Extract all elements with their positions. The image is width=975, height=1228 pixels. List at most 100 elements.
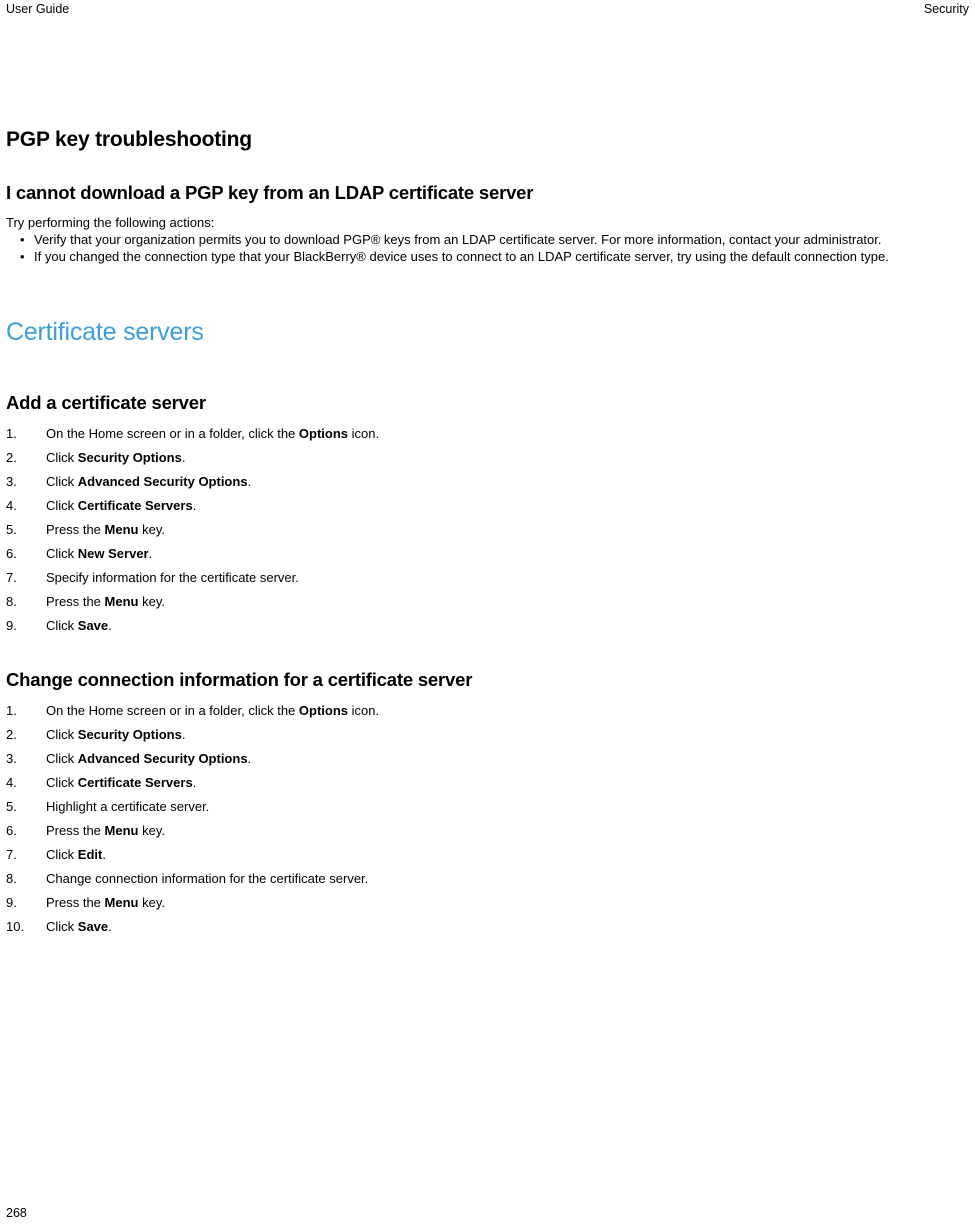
step-text-run: key. [138, 895, 165, 910]
step-number: 1. [6, 426, 17, 441]
step-item: 9. Click Save. [6, 614, 971, 638]
step-text: On the Home screen or in a folder, click… [46, 426, 379, 441]
step-number: 1. [6, 703, 17, 718]
step-text-run: Press the [46, 823, 105, 838]
step-number: 5. [6, 799, 17, 814]
topic-title-add-certificate-server: Add a certificate server [6, 392, 206, 413]
step-text: Specify information for the certificate … [46, 570, 299, 585]
ui-term: Menu [104, 823, 139, 838]
step-text: Press the Menu key. [46, 823, 165, 838]
header-right-label: Security [923, 2, 969, 16]
ui-term: Security Options [77, 727, 182, 742]
step-text: Click New Server. [46, 546, 152, 561]
step-text-run: . [108, 919, 112, 934]
step-text-run: Change connection information for the ce… [46, 871, 369, 886]
step-number: 3. [6, 751, 17, 766]
step-text-run: Click [46, 727, 78, 742]
page-number: 268 [6, 1206, 27, 1220]
step-text-run: Click [46, 919, 78, 934]
blue-section-heading: Certificate servers [6, 318, 204, 346]
ui-term: Advanced Security Options [77, 474, 248, 489]
step-text: Change connection information for the ce… [46, 871, 368, 886]
ui-term: New Server [77, 546, 149, 561]
page-header: User Guide Security [0, 0, 975, 22]
step-text: Press the Menu key. [46, 594, 165, 609]
step-number: 9. [6, 895, 17, 910]
step-text-run: . [148, 546, 153, 561]
ui-term: Save [77, 618, 109, 633]
step-item: 7. Specify information for the certificat… [6, 566, 971, 590]
topic3-step-list: 1. On the Home screen or in a folder, cli… [6, 699, 971, 939]
step-item: 5. Highlight a certificate server. [6, 795, 971, 819]
step-text-run: On the Home screen or in a folder, click… [46, 426, 299, 441]
step-text-run: Click [46, 474, 78, 489]
step-number: 6. [6, 823, 17, 838]
step-text-run: Press the [46, 594, 105, 609]
step-number: 7. [6, 570, 17, 585]
step-text: Click Advanced Security Options. [46, 751, 251, 766]
page-content: PGP key troubleshooting I cannot downloa… [6, 128, 971, 939]
step-number: 8. [6, 871, 17, 886]
step-item: 4. Click Certificate Servers. [6, 494, 971, 518]
step-text-run: key. [138, 522, 165, 537]
step-text-run: . [108, 618, 112, 633]
step-number: 4. [6, 498, 17, 513]
step-text-run: Click [46, 546, 78, 561]
step-text-run: . [102, 847, 106, 862]
step-text-run: Press the [46, 895, 105, 910]
step-item: 2. Click Security Options. [6, 446, 971, 470]
step-number: 2. [6, 450, 17, 465]
step-text-run: . [181, 450, 186, 465]
step-text-run: Click [46, 847, 78, 862]
topic1-intro: Try performing the following actions: [6, 215, 215, 230]
step-item: 7. Click Edit. [6, 843, 971, 867]
step-text-run: Click [46, 751, 78, 766]
step-text: Click Security Options. [46, 727, 185, 742]
step-item: 10. Click Save. [6, 915, 971, 939]
step-item: 3. Click Advanced Security Options. [6, 470, 971, 494]
step-text: On the Home screen or in a folder, click… [46, 703, 379, 718]
ui-term: Options [298, 426, 349, 441]
bullet-icon: • [20, 232, 25, 247]
list-item-text: Verify that your organization permits yo… [34, 232, 882, 247]
step-text-run: icon. [348, 703, 380, 718]
step-text-run: . [192, 775, 197, 790]
step-number: 7. [6, 847, 17, 862]
ui-term: Certificate Servers [77, 775, 193, 790]
step-item: 8. Press the Menu key. [6, 590, 971, 614]
step-text: Click Edit. [46, 847, 106, 862]
step-item: 6. Press the Menu key. [6, 819, 971, 843]
step-text-run: Click [46, 618, 78, 633]
step-text: Click Certificate Servers. [46, 775, 196, 790]
step-text: Press the Menu key. [46, 522, 165, 537]
step-item: 2. Click Security Options. [6, 723, 971, 747]
step-text-run: Click [46, 450, 78, 465]
header-left-label: User Guide [6, 2, 70, 16]
step-text-run: icon. [348, 426, 380, 441]
step-text: Press the Menu key. [46, 895, 165, 910]
topic1-bullet-list: • Verify that your organization permits y… [6, 231, 971, 265]
ui-term: Menu [104, 594, 139, 609]
step-item: 5. Press the Menu key. [6, 518, 971, 542]
step-item: 9. Press the Menu key. [6, 891, 971, 915]
step-text: Click Save. [46, 618, 112, 633]
step-text-run: Specify information for the certificate … [46, 570, 299, 585]
step-item: 1. On the Home screen or in a folder, cli… [6, 422, 971, 446]
step-number: 3. [6, 474, 17, 489]
step-text: Click Certificate Servers. [46, 498, 196, 513]
document-page: User Guide Security PGP key troubleshoot… [0, 0, 975, 1228]
ui-term: Save [77, 919, 109, 934]
step-text: Click Security Options. [46, 450, 185, 465]
step-number: 5. [6, 522, 17, 537]
step-number: 10. [6, 919, 25, 934]
ui-term: Options [298, 703, 349, 718]
list-item: • If you changed the connection type that… [6, 248, 971, 265]
list-item-text: If you changed the connection type that … [34, 249, 889, 264]
ui-term: Menu [104, 895, 139, 910]
ui-term: Security Options [77, 450, 182, 465]
ui-term: Edit [77, 847, 103, 862]
step-text-run: . [247, 751, 252, 766]
step-number: 9. [6, 618, 17, 633]
topic-title-pgp-download: I cannot download a PGP key from an LDAP… [6, 182, 534, 203]
step-number: 2. [6, 727, 17, 742]
